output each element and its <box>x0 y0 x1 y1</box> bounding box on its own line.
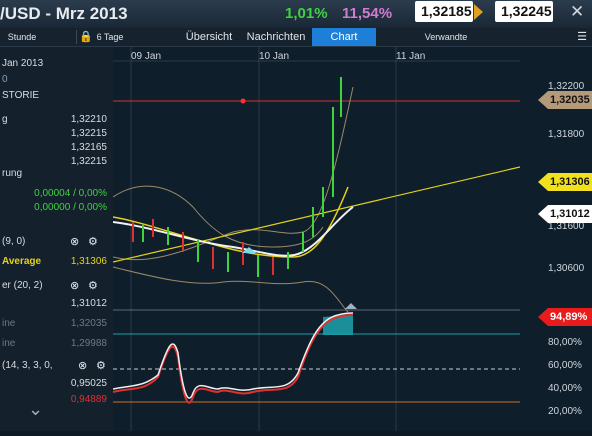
sidebar: Jan 2013 0 STORIE g 1,32210 1,32215 1,321… <box>0 47 113 431</box>
tab-related[interactable]: Verwandte <box>413 28 479 46</box>
stoch-value: 0,95025 <box>70 378 107 389</box>
last-value: 0,94889 <box>70 394 107 405</box>
bid-price[interactable]: 1,32185 <box>415 1 473 22</box>
stoch-axis-20: 20,00% <box>548 406 582 417</box>
row-value: 1,32165 <box>70 142 107 153</box>
red-line-tag: 1,32035 <box>538 91 592 109</box>
bid-arrow-icon <box>474 4 483 20</box>
change-green-1: 0,00004 / 0,00% <box>34 188 107 199</box>
price-chart[interactable]: 09 Jan 10 Jan 11 Jan <box>112 47 521 431</box>
change-period: 11,54% <box>342 5 393 22</box>
chevron-down-icon[interactable]: ⌄ <box>28 399 43 420</box>
price-axis: 1,32200 1,31800 1,31600 1,30600 1,32035 … <box>520 47 592 431</box>
settings-gear-icon[interactable]: ⚙ <box>88 235 98 249</box>
stoch-label: (14, 3, 3, 0, <box>2 360 53 371</box>
sidebar-zero: 0 <box>2 74 8 85</box>
instrument-title: /USD - Mrz 2013 <box>0 4 128 23</box>
remove-icon[interactable]: ⊗ <box>78 359 87 373</box>
collapse-arrow-icon[interactable] <box>345 303 357 309</box>
white-band-tag: 1,31012 <box>538 205 592 223</box>
axis-label-2: 1,31800 <box>548 129 585 140</box>
tab-chart[interactable]: Chart <box>312 28 376 46</box>
tab-news[interactable]: Nachrichten <box>243 28 309 46</box>
ask-price[interactable]: 1,32245 <box>495 1 553 22</box>
tab-bar: Stunde 🔒 6 Tage Übersicht Nachrichten Ch… <box>0 28 592 47</box>
stoch-axis-40: 40,00% <box>548 383 582 394</box>
row-value: 1,32215 <box>70 128 107 139</box>
stoch-tag: 94,89% <box>538 308 592 326</box>
header-bar: /USD - Mrz 2013 1,01% 11,54% 1,32185 1,3… <box>0 0 592 28</box>
settings-gear-icon[interactable]: ⚙ <box>96 359 106 373</box>
sidebar-history: STORIE <box>2 90 40 101</box>
change-green-2: 0,00000 / 0,00% <box>34 202 107 213</box>
yellow-ma-tag: 1,31306 <box>538 173 592 191</box>
remove-icon[interactable]: ⊗ <box>70 235 79 249</box>
sidebar-rung: rung <box>2 168 23 179</box>
average-label: Average <box>2 256 42 267</box>
bollinger-label: er (20, 2) <box>2 280 43 291</box>
remove-icon[interactable]: ⊗ <box>70 279 79 293</box>
indicator-1-label: (9, 0) <box>2 236 26 247</box>
chart-svg: 09 Jan 10 Jan 11 Jan <box>112 47 521 431</box>
axis-label-1: 1,32200 <box>548 81 585 92</box>
range-selector[interactable]: 6 Tage <box>92 28 128 46</box>
line1-value: 1,32035 <box>70 318 107 329</box>
row-value: 1,32210 <box>70 114 107 125</box>
date-label-2: 10 Jan <box>259 51 289 62</box>
stoch-axis-60: 60,00% <box>548 360 582 371</box>
date-label-1: 09 Jan <box>131 51 161 62</box>
settings-gear-icon[interactable]: ⚙ <box>88 279 98 293</box>
line2-label: ine <box>2 338 16 349</box>
close-icon[interactable]: ✕ <box>570 2 584 22</box>
line1-label: ine <box>2 318 16 329</box>
stoch-axis-80: 80,00% <box>548 337 582 348</box>
row-label: g <box>2 114 8 125</box>
divider <box>76 30 77 44</box>
average-value: 1,31306 <box>70 256 107 267</box>
axis-label-4: 1,30600 <box>548 263 585 274</box>
menu-icon[interactable]: ☰ <box>575 28 589 46</box>
change-day: 1,01% <box>285 5 328 22</box>
sidebar-date: Jan 2013 <box>2 58 44 69</box>
date-label-3: 11 Jan <box>396 51 425 62</box>
interval-selector[interactable]: Stunde <box>2 28 42 46</box>
tab-overview[interactable]: Übersicht <box>178 28 240 46</box>
bollinger-value: 1,31012 <box>70 298 107 309</box>
line2-value: 1,29988 <box>70 338 107 349</box>
